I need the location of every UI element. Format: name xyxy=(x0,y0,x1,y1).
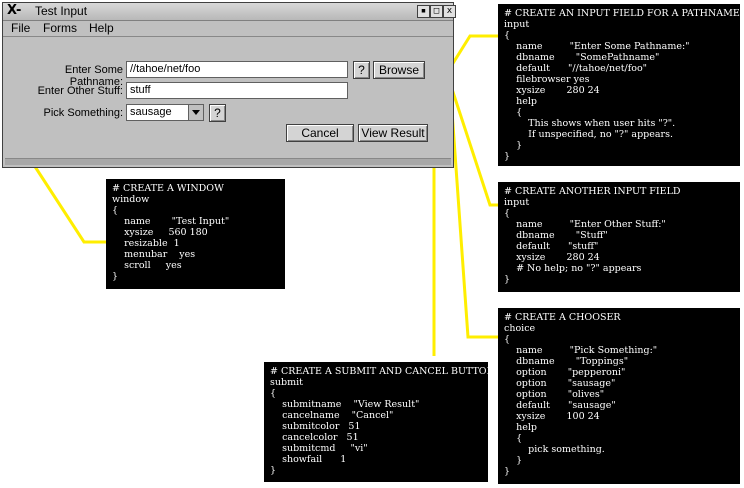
code-panel-input-other: # CREATE ANOTHER INPUT FIELD input { nam… xyxy=(498,182,740,292)
browse-button[interactable]: Browse xyxy=(373,61,425,79)
horizontal-scrollbar[interactable] xyxy=(5,158,451,165)
code-panel-window: # CREATE A WINDOW window { name "Test In… xyxy=(106,179,285,289)
title-bar: X- Test Input ▪ □ x xyxy=(3,3,456,21)
menu-help[interactable]: Help xyxy=(89,21,114,35)
window-title: Test Input xyxy=(35,4,88,18)
code-panel-submit: # CREATE A SUBMIT AND CANCEL BUTTON subm… xyxy=(264,362,488,482)
chevron-down-icon[interactable] xyxy=(188,105,203,120)
pick-select-value: sausage xyxy=(130,106,172,118)
pick-select[interactable]: sausage xyxy=(126,104,204,121)
pathname-input[interactable]: //tahoe/net/foo xyxy=(126,61,348,78)
test-input-window: X- Test Input ▪ □ x File Forms Help Ente… xyxy=(2,2,456,168)
close-button[interactable]: x xyxy=(443,5,456,18)
x-logo-icon: X- xyxy=(7,3,22,18)
view-result-button[interactable]: View Result xyxy=(358,124,428,142)
maximize-button[interactable]: □ xyxy=(430,5,443,18)
cancel-button[interactable]: Cancel xyxy=(286,124,354,142)
code-panel-chooser: # CREATE A CHOOSER choice { name "Pick S… xyxy=(498,308,740,484)
connector-window xyxy=(30,161,108,244)
menu-file[interactable]: File xyxy=(11,21,30,35)
other-label: Enter Other Stuff: xyxy=(37,85,123,97)
pick-label: Pick Something: xyxy=(43,107,123,119)
code-panel-input-pathname: # CREATE AN INPUT FIELD FOR A PATHNAME i… xyxy=(498,4,740,166)
menu-bar: File Forms Help xyxy=(3,21,453,37)
pick-help-button[interactable]: ? xyxy=(209,104,226,122)
menu-forms[interactable]: Forms xyxy=(43,21,77,35)
other-input[interactable]: stuff xyxy=(126,82,348,99)
minimize-button[interactable]: ▪ xyxy=(417,5,430,18)
pathname-help-button[interactable]: ? xyxy=(353,61,370,79)
